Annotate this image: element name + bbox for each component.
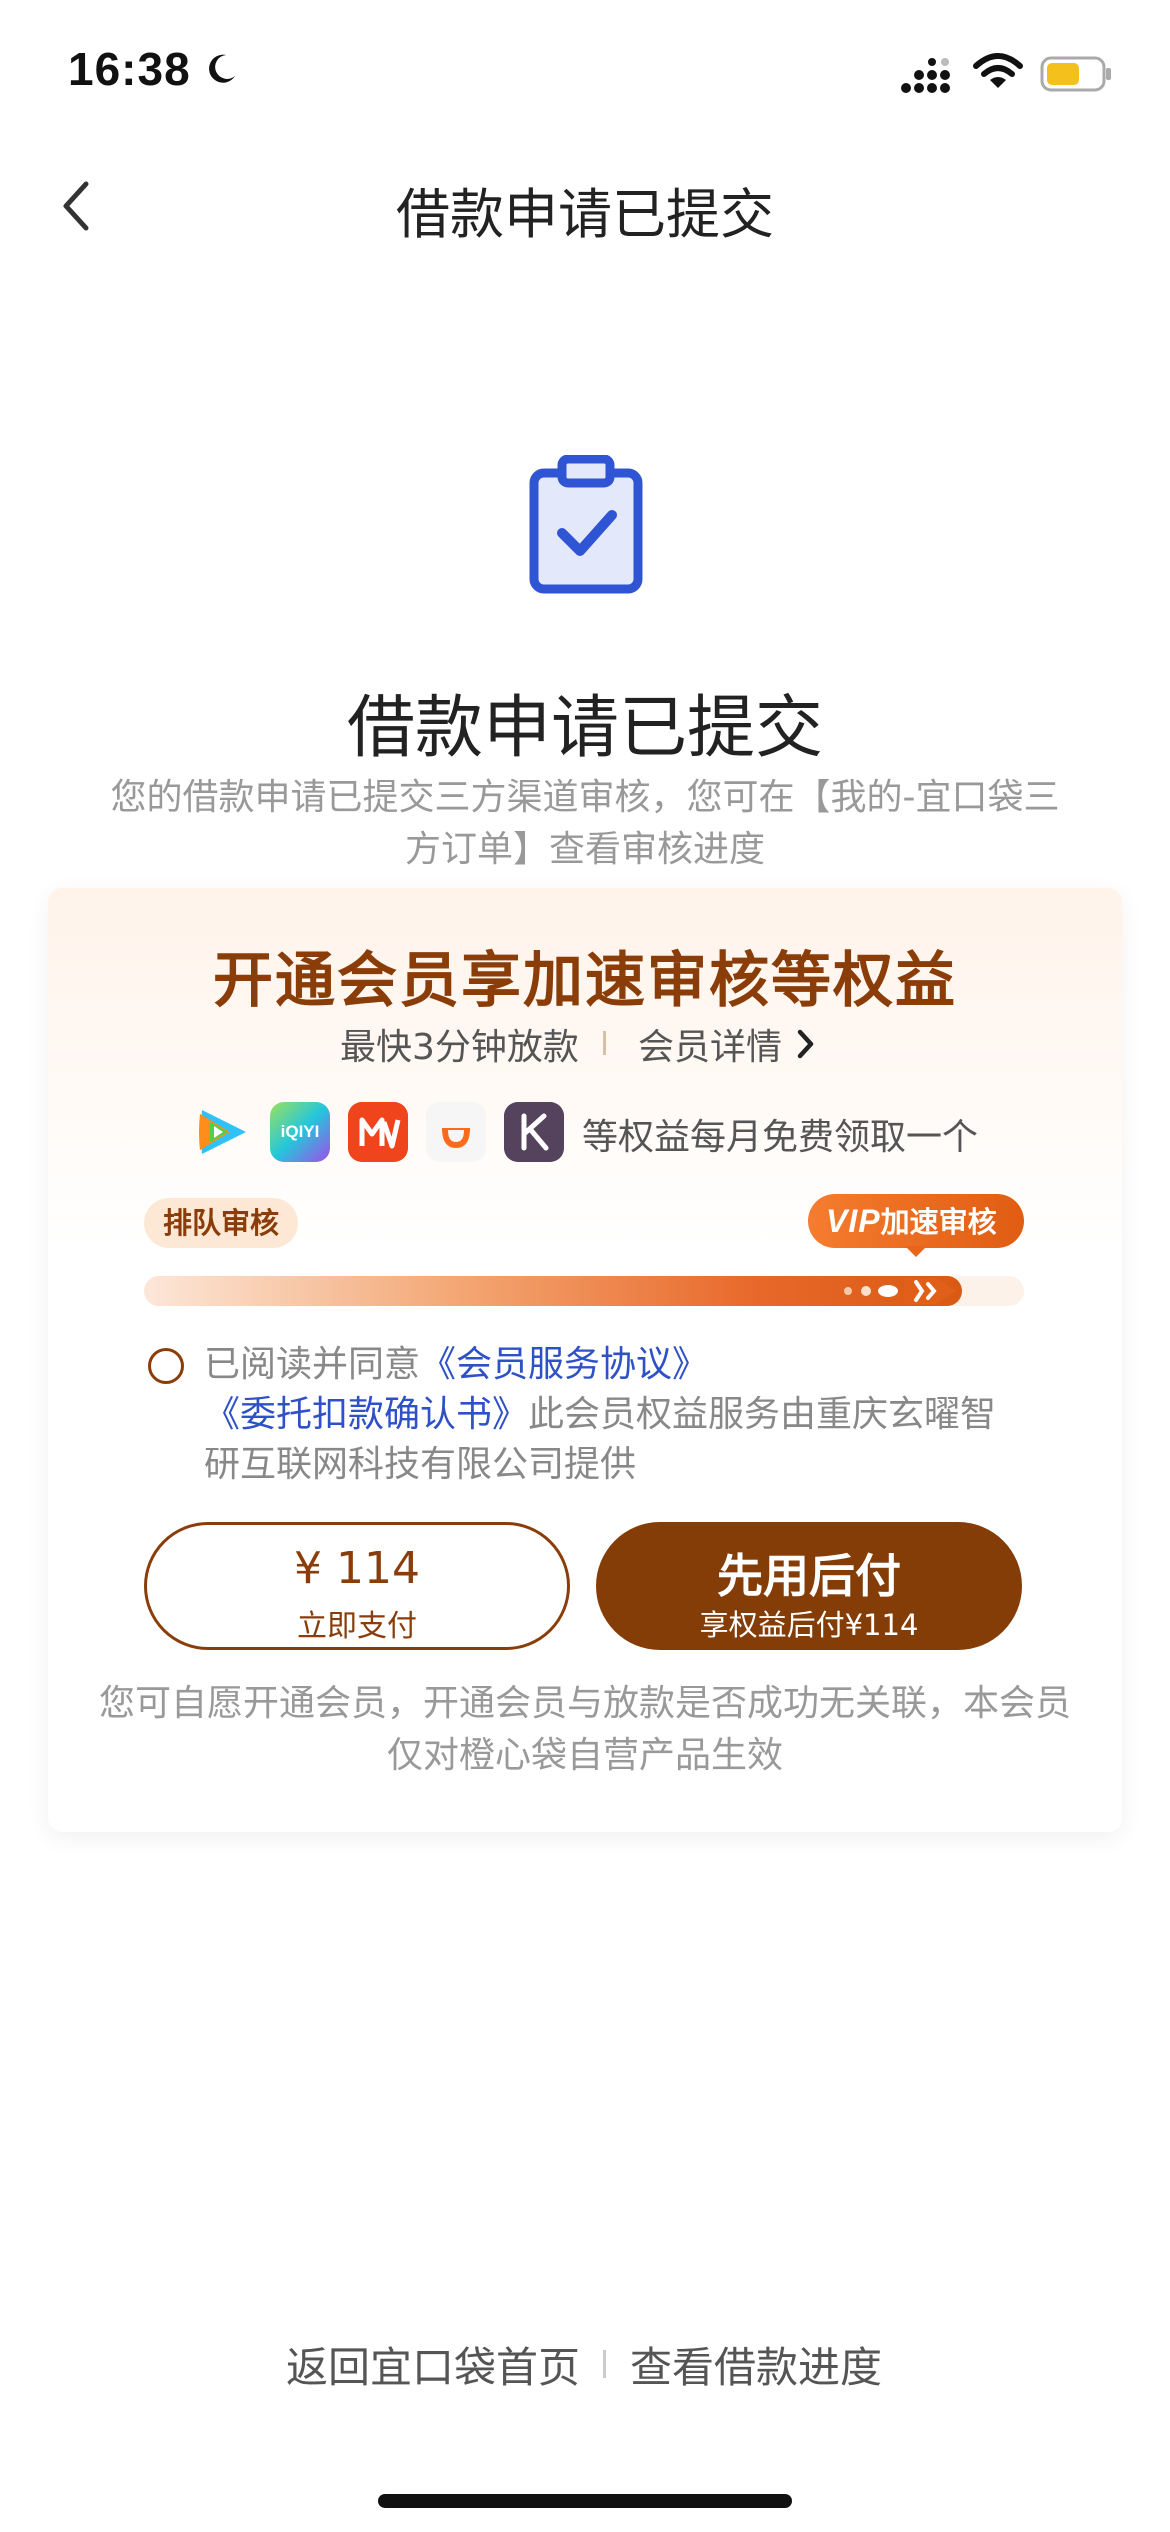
- member-detail-link[interactable]: 会员详情: [638, 1018, 782, 1070]
- didi-icon: [426, 1102, 486, 1162]
- vip-label: VIP: [826, 1203, 881, 1239]
- battery-icon: [1040, 56, 1111, 92]
- agreement-radio[interactable]: [148, 1348, 184, 1384]
- tencent-video-icon: [199, 1110, 246, 1154]
- status-time: 16:38: [68, 43, 191, 95]
- vip-fast-review-tag: VIP加速审核: [808, 1194, 1024, 1248]
- pay-now-label: 立即支付: [297, 1609, 417, 1644]
- hero-description: 您的借款申请已提交三方渠道审核，您可在【我的-宜口袋三方订单】查看审核进度: [110, 777, 1060, 870]
- membership-note: 您可自愿开通会员，开通会员与放款是否成功无关联，本会员仅对橙心袋自营产品生效: [98, 1683, 1071, 1776]
- iqiyi-icon: iQIYI: [270, 1102, 330, 1162]
- pay-amount: ¥ 114: [294, 1543, 420, 1594]
- debit-confirmation-link[interactable]: 《委托扣款确认书》: [204, 1394, 528, 1435]
- back-home-link[interactable]: 返回宜口袋首页: [286, 2334, 580, 2395]
- keep-icon: [504, 1102, 564, 1162]
- service-agreement-link[interactable]: 《会员服务协议》: [420, 1344, 708, 1385]
- footer-divider: [603, 2350, 606, 2378]
- vip-tag-pointer: [905, 1246, 927, 1257]
- wifi-icon: [973, 53, 1023, 88]
- vip-review-label: 加速审核: [880, 1205, 997, 1239]
- queue-review-tag: 排队审核: [144, 1198, 298, 1248]
- membership-title: 开通会员享加速审核等权益: [213, 946, 957, 1016]
- membership-subtitle: 最快3分钟放款: [340, 1027, 579, 1068]
- pay-later-title: 先用后付: [717, 1549, 901, 1603]
- apps-benefit-text: 等权益每月免费领取一个: [582, 1117, 979, 1158]
- mango-tv-icon: [348, 1102, 408, 1162]
- view-progress-link[interactable]: 查看借款进度: [630, 2334, 882, 2395]
- pay-now-button[interactable]: ¥ 114 立即支付: [144, 1522, 570, 1650]
- moon-icon: [209, 54, 235, 83]
- hero-title: 借款申请已提交: [346, 689, 823, 768]
- pay-later-button[interactable]: 先用后付 享权益后付¥114: [596, 1522, 1022, 1650]
- agreement-text: 已阅读并同意《会员服务协议》《委托扣款确认书》此会员权益服务由重庆玄曜智研互联网…: [204, 1340, 1004, 1490]
- clipboard-check-icon: [529, 455, 643, 594]
- rocket-icon: [844, 1278, 956, 1304]
- page-title: 借款申请已提交: [396, 183, 774, 246]
- subtitle-divider: [603, 1031, 606, 1055]
- cellular-signal-icon: [901, 58, 950, 93]
- home-indicator[interactable]: [378, 2494, 792, 2508]
- agreement-prefix: 已阅读并同意: [204, 1344, 421, 1385]
- pay-later-sub: 享权益后付¥114: [699, 1608, 919, 1642]
- chevron-right-icon[interactable]: [795, 1026, 817, 1062]
